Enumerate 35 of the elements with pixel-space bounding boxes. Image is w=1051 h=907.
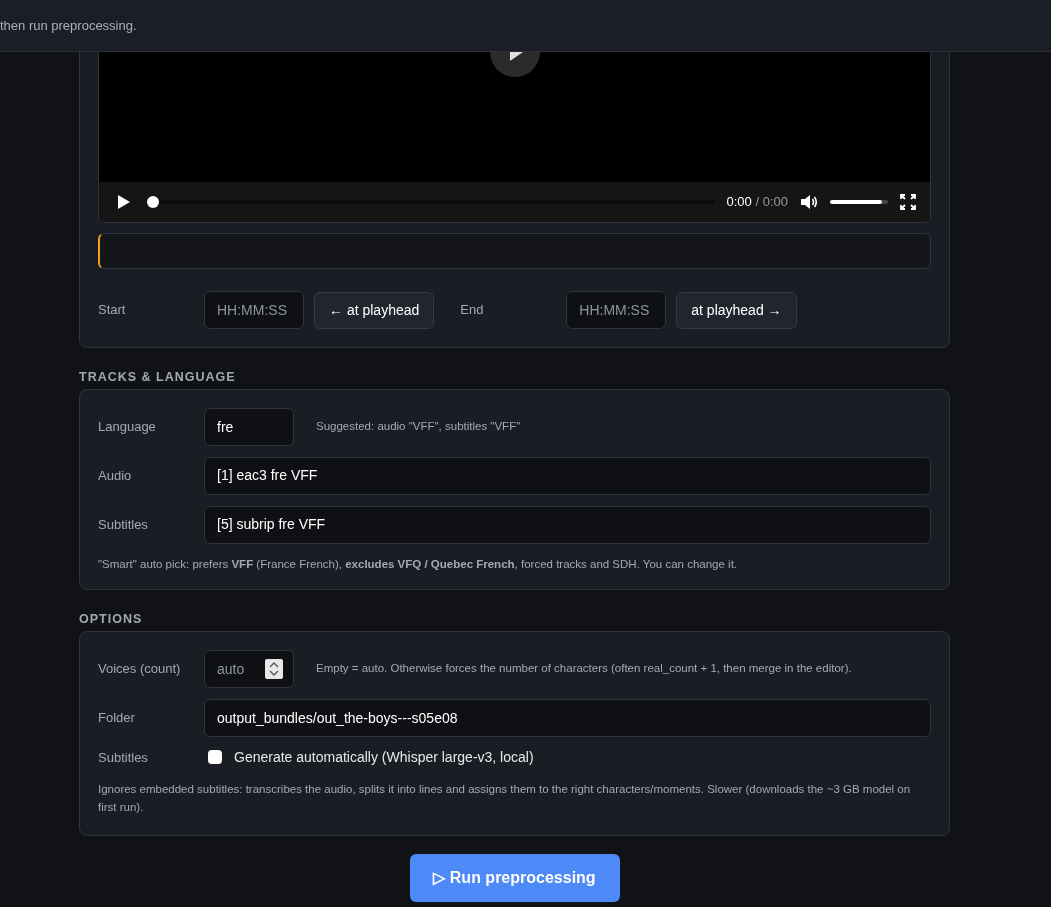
time-separator: / [755,194,760,210]
fullscreen-icon[interactable] [900,194,916,210]
current-time: 0:00 [726,194,752,210]
field-label: Start [98,301,127,320]
folder-field[interactable]: output_bundles/out_the-boys---s05e08 [204,698,931,737]
time-field[interactable]: HH:MM:SS [204,291,304,329]
timeline-track[interactable] [98,233,931,269]
note-text: "Smart" auto pick: prefers VFF (France French), excludes VFQ / Quebec French, forced tracks and SDH. You can change it. [98,556,739,572]
seek-thumb[interactable] [147,196,159,208]
language-field[interactable]: fre [204,407,294,446]
checkbox[interactable] [208,750,222,765]
note-text: Ignores embedded subtitles: transcribes the audio, splits it into lines and assigns them to the right characters/moments. Slower (downloads the ~3 GB model on first run). [98,781,912,816]
time-field[interactable]: HH:MM:SS [566,291,667,329]
audio-select[interactable]: [1] eac3 fre VFF [204,456,931,495]
field-label: Folder [98,709,136,727]
hint-text: Empty = auto. Otherwise forces the number of characters (often real_count + 1, then merge in the editor). [316,661,852,677]
duration: 0:00 [762,194,788,210]
subtitles-select[interactable]: [5] subrip fre VFF [204,505,931,544]
field-label: Voices (count) [98,660,182,678]
section-heading: OPTIONS [79,611,144,628]
spinner-icon[interactable] [265,658,283,679]
play-icon[interactable] [117,194,131,210]
section-heading: TRACKS & LANGUAGE [79,369,237,386]
field-label: Subtitles [98,516,149,534]
playhead-button[interactable]: ← at playhead [314,291,435,329]
play-icon[interactable] [489,52,540,78]
checkbox-label[interactable]: Generate automatically (Whisper large-v3, local) [234,746,534,768]
volume-icon[interactable] [800,194,818,210]
field-label: Subtitles [98,748,149,767]
field-label: Audio [98,467,133,485]
hint-text: Suggested: audio "VFF", subtitles "VFF" [316,419,521,435]
field-label: End [460,301,485,320]
playhead-button[interactable]: at playhead → [676,291,797,329]
status-text: then run preprocessing. [0,16,137,35]
field-label: Language [98,418,157,436]
